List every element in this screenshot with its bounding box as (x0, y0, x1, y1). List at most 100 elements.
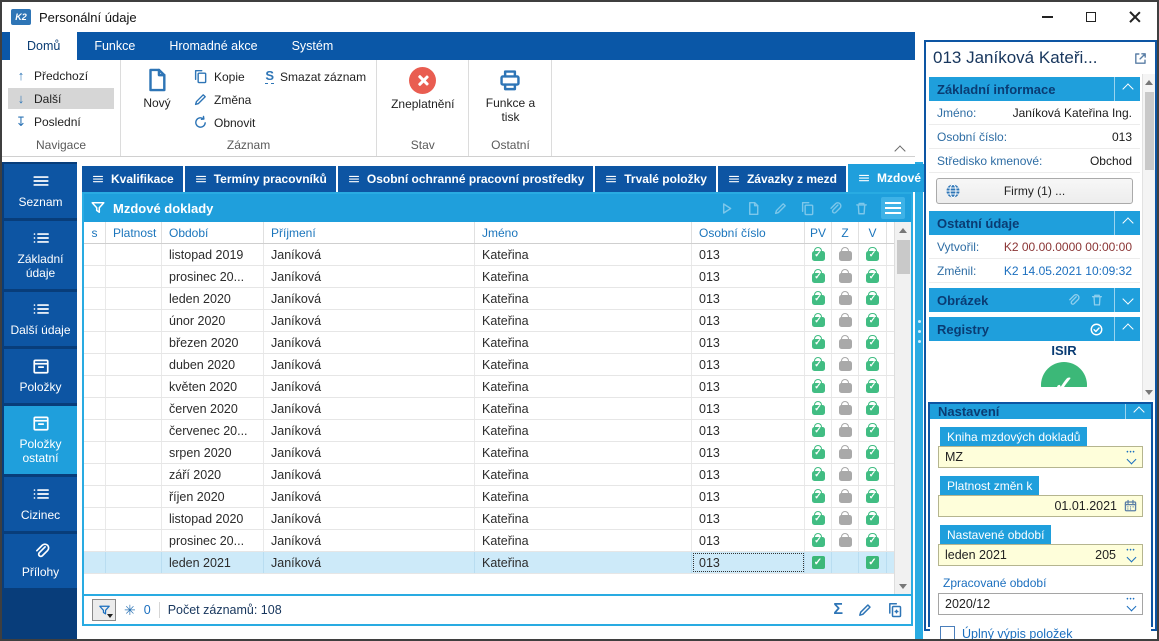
check-registry-icon[interactable] (1089, 322, 1104, 337)
page-tab[interactable]: Termíny pracovníků (185, 166, 336, 192)
dropdown-icon[interactable] (1124, 598, 1138, 610)
sidebar-item[interactable]: Další údaje (4, 292, 77, 346)
table-row[interactable]: říjen 2020 Janíková Kateřina 013 (84, 486, 894, 508)
column-header[interactable]: Z (832, 222, 859, 243)
maximize-button[interactable] (1069, 2, 1113, 32)
page-tab[interactable]: Závazky z mezd (718, 166, 846, 192)
open-in-window-icon[interactable] (1133, 51, 1148, 66)
z-lock-icon (839, 251, 852, 261)
sidebar-item-icon (30, 542, 52, 560)
new-record-button[interactable]: Nový (131, 65, 183, 111)
table-row[interactable]: prosinec 20... Janíková Kateřina 013 (84, 530, 894, 552)
sidebar-item[interactable]: Základní údaje (4, 221, 77, 289)
attachment-icon[interactable] (827, 201, 842, 216)
column-header[interactable]: Období (162, 222, 264, 243)
table-scrollbar[interactable] (894, 222, 911, 594)
scroll-down-icon[interactable] (1145, 384, 1153, 400)
collapse-ribbon-icon[interactable] (896, 144, 905, 150)
nav-button[interactable]: ↧ Poslední (8, 111, 114, 132)
collapse-section-icon[interactable] (1114, 77, 1140, 101)
new-item-icon[interactable] (746, 201, 761, 216)
copy-button[interactable]: Kopie (193, 67, 255, 86)
v-lock-icon (866, 449, 879, 459)
attach-picture-icon[interactable] (1066, 293, 1080, 307)
detail-scrollbar[interactable] (1142, 74, 1155, 400)
minimize-button[interactable] (1025, 2, 1069, 32)
pv-lock-icon (812, 537, 825, 547)
edit-item-icon[interactable] (773, 201, 788, 216)
scroll-down-icon[interactable] (899, 578, 907, 594)
table-row[interactable]: červen 2020 Janíková Kateřina 013 (84, 398, 894, 420)
column-header[interactable]: Příjmení (264, 222, 475, 243)
table-row[interactable]: září 2020 Janíková Kateřina 013 (84, 464, 894, 486)
play-icon[interactable] (719, 201, 734, 216)
table-row[interactable]: srpen 2020 Janíková Kateřina 013 (84, 442, 894, 464)
table-row[interactable]: leden 2020 Janíková Kateřina 013 (84, 288, 894, 310)
sum-icon[interactable]: Σ (833, 601, 843, 619)
panel-splitter[interactable] (915, 162, 923, 639)
table-row[interactable]: leden 2021 Janíková Kateřina 013 (84, 552, 894, 574)
sidebar-item[interactable]: Seznam (4, 164, 77, 218)
scroll-thumb[interactable] (1145, 92, 1154, 170)
collapse-section-icon[interactable] (1114, 317, 1140, 341)
delete-record-button[interactable]: S Smazat záznam (265, 67, 366, 86)
table-row[interactable]: červenec 20... Janíková Kateřina 013 (84, 420, 894, 442)
dropdown-icon[interactable] (1124, 549, 1138, 561)
sidebar-item[interactable]: Položky ostatní (4, 406, 77, 474)
table-row[interactable]: listopad 2020 Janíková Kateřina 013 (84, 508, 894, 530)
sidebar-item[interactable]: Položky (4, 349, 77, 403)
copy-item-icon[interactable] (800, 201, 815, 216)
processed-period-field[interactable]: 2020/12 (938, 593, 1143, 615)
table-row[interactable]: květen 2020 Janíková Kateřina 013 (84, 376, 894, 398)
functions-print-button[interactable]: Funkce a tisk (481, 65, 539, 125)
page-tab[interactable]: Osobní ochranné pracovní prostředky (338, 166, 593, 192)
invalidate-button[interactable]: Zneplatnění (391, 65, 454, 112)
add-copy-icon[interactable] (887, 602, 903, 618)
firmy-button[interactable]: Firmy (1) ... (936, 178, 1133, 204)
column-header[interactable]: PV (805, 222, 832, 243)
page-tab[interactable]: Trvalé položky (595, 166, 716, 192)
nav-button[interactable]: ↓ Další (8, 88, 114, 109)
filter-button[interactable] (92, 599, 116, 621)
full-listing-checkbox[interactable] (940, 626, 955, 641)
scroll-up-icon[interactable] (899, 222, 907, 238)
nav-button[interactable]: ↑ Předchozí (8, 65, 114, 86)
table-row[interactable]: prosinec 20... Janíková Kateřina 013 (84, 266, 894, 288)
scroll-up-icon[interactable] (1145, 74, 1153, 90)
expand-section-icon[interactable] (1114, 288, 1140, 312)
set-period-field[interactable]: leden 2021 205 (938, 544, 1143, 566)
sidebar-item[interactable]: Přílohy (4, 534, 77, 588)
ribbon-tab[interactable]: Hromadné akce (152, 32, 274, 60)
scroll-thumb[interactable] (897, 240, 910, 274)
delete-picture-icon[interactable] (1090, 293, 1104, 307)
edit-button[interactable]: Změna (193, 90, 255, 109)
ribbon-tab[interactable]: Domů (10, 32, 77, 60)
column-header[interactable]: Osobní číslo (692, 222, 805, 243)
validity-date-field[interactable]: 01.01.2021 (938, 495, 1143, 517)
column-header[interactable]: Platnost (106, 222, 162, 243)
table-row[interactable]: březen 2020 Janíková Kateřina 013 (84, 332, 894, 354)
column-header[interactable]: s (84, 222, 106, 243)
frozen-filter-icon[interactable]: ✳ (124, 602, 136, 619)
column-header[interactable]: Jméno (475, 222, 692, 243)
filter-funnel-icon[interactable] (90, 200, 106, 216)
delete-item-icon[interactable] (854, 201, 869, 216)
collapse-section-icon[interactable] (1114, 211, 1140, 235)
ribbon-tab[interactable]: Funkce (77, 32, 152, 60)
quick-edit-icon[interactable] (857, 602, 873, 618)
close-button[interactable] (1113, 2, 1157, 32)
refresh-button[interactable]: Obnovit (193, 113, 255, 132)
table-row[interactable]: duben 2020 Janíková Kateřina 013 (84, 354, 894, 376)
page-tab[interactable]: Kvalifikace (82, 166, 183, 192)
payroll-book-field[interactable]: MZ (938, 446, 1143, 468)
dropdown-icon[interactable] (1124, 451, 1138, 463)
table-row[interactable]: únor 2020 Janíková Kateřina 013 (84, 310, 894, 332)
grid-menu-button[interactable] (881, 197, 905, 219)
column-header[interactable]: V (859, 222, 887, 243)
table-row[interactable]: listopad 2019 Janíková Kateřina 013 (84, 244, 894, 266)
collapse-section-icon[interactable] (1125, 404, 1151, 419)
ribbon-tab[interactable]: Systém (275, 32, 351, 60)
sidebar-item[interactable]: Cizinec (4, 477, 77, 531)
full-listing-label: Úplný výpis položek (962, 627, 1072, 641)
calendar-icon[interactable] (1123, 499, 1138, 513)
